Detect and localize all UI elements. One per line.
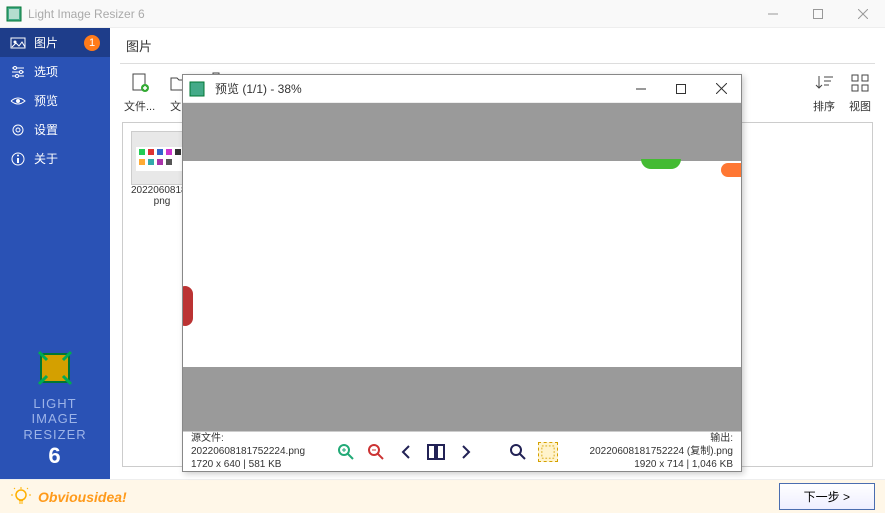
logo-version: 6 <box>10 443 100 469</box>
sort-button[interactable]: 排序 <box>813 72 835 114</box>
eye-icon <box>10 93 26 109</box>
tb-label: 排序 <box>813 98 835 114</box>
marquee-tool-button[interactable] <box>538 442 558 462</box>
preview-statusbar: 源文件: 20220608181752224.png 1720 x 640 | … <box>183 431 741 471</box>
preview-app-icon <box>189 81 205 97</box>
preview-canvas[interactable] <box>183 103 741 431</box>
source-name: 20220608181752224.png <box>191 445 305 458</box>
app-title: Light Image Resizer 6 <box>28 7 750 21</box>
preview-minimize-button[interactable] <box>621 75 661 103</box>
zoom-out-button[interactable] <box>366 442 386 462</box>
preview-titlebar[interactable]: 预览 (1/1) - 38% <box>183 75 741 103</box>
preview-window: 预览 (1/1) - 38% 源文件: 20220608181752224.pn… <box>182 74 742 472</box>
sidebar-badge: 1 <box>84 35 100 51</box>
sidebar-label: 图片 <box>34 34 58 51</box>
preview-image <box>183 161 741 367</box>
zoom-in-button[interactable] <box>336 442 356 462</box>
sidebar-item-options[interactable]: 选项 <box>0 57 110 86</box>
sidebar-item-images[interactable]: 图片 1 <box>0 28 110 57</box>
view-button[interactable]: 视图 <box>849 72 871 114</box>
preview-tools <box>305 442 590 462</box>
sidebar-label: 选项 <box>34 63 58 80</box>
source-info: 1720 x 640 | 581 KB <box>191 458 305 471</box>
lightbulb-icon <box>10 486 32 508</box>
logo-icon <box>35 348 75 388</box>
images-icon <box>10 35 26 51</box>
logo-line1: LIGHT <box>10 396 100 412</box>
view-icon <box>849 72 871 94</box>
sidebar-logo: LIGHT IMAGE RESIZER 6 <box>0 338 110 479</box>
titlebar: Light Image Resizer 6 <box>0 0 885 28</box>
gear-icon <box>10 122 26 138</box>
preview-maximize-button[interactable] <box>661 75 701 103</box>
page-title: 图片 <box>110 28 885 63</box>
minimize-button[interactable] <box>750 0 795 28</box>
output-name: 20220608181752224 (复制).png <box>590 445 733 458</box>
sidebar-item-about[interactable]: 关于 <box>0 144 110 173</box>
next-image-button[interactable] <box>456 442 476 462</box>
sort-icon <box>813 72 835 94</box>
sidebar-label: 关于 <box>34 150 58 167</box>
brand-logo[interactable]: Obviousidea! <box>10 486 127 508</box>
info-icon <box>10 151 26 167</box>
logo-line2: IMAGE <box>10 411 100 427</box>
source-label: 源文件: <box>191 432 305 445</box>
sidebar: 图片 1 选项 预览 设置 关于 LIGHT IMAGE RESIZER 6 <box>0 28 110 479</box>
app-icon <box>6 6 22 22</box>
close-button[interactable] <box>840 0 885 28</box>
sliders-icon <box>10 64 26 80</box>
maximize-button[interactable] <box>795 0 840 28</box>
sidebar-label: 预览 <box>34 92 58 109</box>
fit-button[interactable] <box>508 442 528 462</box>
sidebar-item-settings[interactable]: 设置 <box>0 115 110 144</box>
file-add-icon <box>129 72 151 94</box>
logo-line3: RESIZER <box>10 427 100 443</box>
window-controls <box>750 0 885 28</box>
compare-button[interactable] <box>426 442 446 462</box>
footer: Obviousidea! 下一步 > <box>0 479 885 513</box>
sidebar-item-preview[interactable]: 预览 <box>0 86 110 115</box>
prev-button[interactable] <box>396 442 416 462</box>
preview-close-button[interactable] <box>701 75 741 103</box>
output-label: 输出: <box>590 432 733 445</box>
tb-label: 视图 <box>849 98 871 114</box>
output-info: 1920 x 714 | 1,046 KB <box>590 458 733 471</box>
sidebar-label: 设置 <box>34 121 58 138</box>
next-button[interactable]: 下一步 > <box>779 483 875 510</box>
preview-title: 预览 (1/1) - 38% <box>215 80 621 97</box>
brand-text: Obviousidea! <box>38 489 127 505</box>
tb-label: 文件... <box>124 98 155 114</box>
add-files-button[interactable]: 文件... <box>124 72 155 114</box>
